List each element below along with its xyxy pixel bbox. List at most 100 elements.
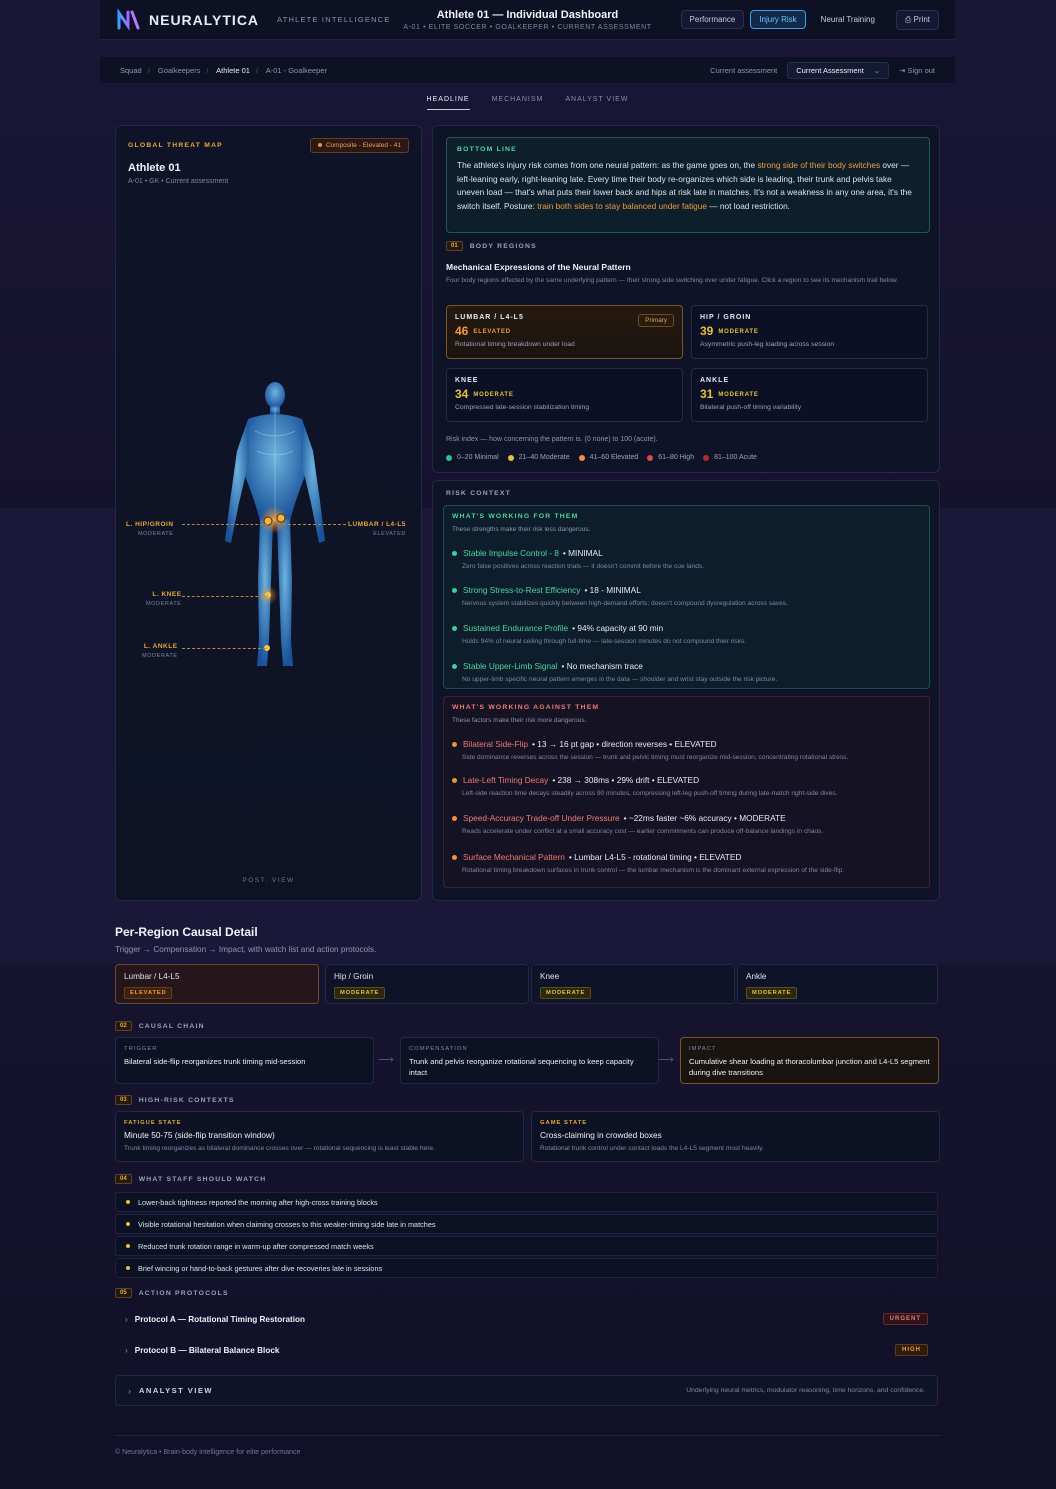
watch-item: Visible rotational hesitation when claim… bbox=[115, 1214, 938, 1234]
region-desc: Bilateral push-off timing variability bbox=[700, 404, 802, 411]
logo[interactable]: NEURALYTICA bbox=[116, 7, 260, 32]
breadcrumb-position: A-01 - Goalkeeper bbox=[265, 65, 328, 75]
tab-analyst-view[interactable]: ANALYST VIEW bbox=[565, 96, 628, 110]
strength-item: Stable Upper-Limb Signal • No mechanism t… bbox=[452, 661, 922, 683]
contexts-header: 03 HIGH-RISK CONTEXTS bbox=[115, 1095, 235, 1105]
region-name: HIP / GROIN bbox=[700, 314, 752, 321]
protocols-header: 05 ACTION PROTOCOLS bbox=[115, 1288, 229, 1298]
tab-mechanism[interactable]: MECHANISM bbox=[492, 96, 544, 110]
region-name: KNEE bbox=[455, 377, 479, 384]
strength-item: Stable Impulse Control - 8 • MINIMAL Zero … bbox=[452, 548, 922, 570]
section-number: 01 bbox=[446, 241, 463, 251]
callout-lumbar-level: ELEVATED bbox=[373, 531, 406, 537]
chain-trigger: TRIGGER Bilateral side-flip reorganizes t… bbox=[115, 1037, 374, 1084]
bottom-line-title: BOTTOM LINE bbox=[457, 146, 517, 153]
tab-headline[interactable]: HEADLINE bbox=[426, 96, 470, 110]
arrow-right-icon: ⟶ bbox=[378, 1054, 394, 1066]
regions-heading: Mechanical Expressions of the Neural Pat… bbox=[446, 262, 631, 272]
footer: © Neuralytica • Brain-body intelligence … bbox=[115, 1435, 940, 1456]
risk-legend: 0–20 Minimal 21–40 Moderate 41–60 Elevat… bbox=[446, 454, 757, 461]
region-card-knee[interactable]: KNEE 34 MODERATE Compressed late-session … bbox=[446, 368, 683, 422]
callout-hip-level: MODERATE bbox=[137, 531, 174, 537]
legend-dot bbox=[446, 454, 452, 461]
region-score: 39 MODERATE bbox=[700, 324, 759, 338]
watch-item: Reduced trunk rotation range in warm-up … bbox=[115, 1236, 938, 1256]
risk-factor-item: Surface Mechanical Pattern • Lumbar L4-L5… bbox=[452, 852, 922, 874]
region-desc: Asymmetric push-leg loading across sessi… bbox=[700, 341, 835, 348]
context-fatigue: FATIGUE STATE Minute 50-75 (side-flip tra… bbox=[115, 1111, 524, 1162]
strengths-box: WHAT'S WORKING FOR THEM These strengths … bbox=[443, 505, 930, 689]
region-name: ANKLE bbox=[700, 377, 730, 384]
arrow-right-icon: ⟶ bbox=[658, 1054, 674, 1066]
main-nav: Performance Injury Risk Neural Training … bbox=[680, 9, 939, 30]
region-tab-ankle[interactable]: Ankle MODERATE bbox=[737, 964, 938, 1004]
legend-item: 21–40 Moderate bbox=[507, 454, 570, 461]
risk-factor-item: Bilateral Side-Flip • 13 → 16 pt gap • di… bbox=[452, 739, 922, 761]
composite-label: Composite - Elevated - 41 bbox=[325, 142, 401, 149]
callout-ankle[interactable]: L. ANKLE MODERATE bbox=[142, 643, 178, 659]
assessment-label: Current assessment bbox=[710, 65, 778, 75]
chain-impact: IMPACT Cumulative shear loading at thorac… bbox=[680, 1037, 939, 1084]
sign-out-label: Sign out bbox=[907, 65, 935, 75]
protocol-a[interactable]: › Protocol A — Rotational Timing Restorat… bbox=[115, 1306, 938, 1332]
watch-header: 04 WHAT STAFF SHOULD WATCH bbox=[115, 1174, 266, 1184]
bottom-line-text: The athlete's injury risk comes from one… bbox=[457, 160, 912, 211]
per-region-title: Per-Region Causal Detail bbox=[115, 925, 258, 939]
callout-hip-name: L. HIP/GROIN bbox=[126, 521, 174, 528]
logo-text: NEURALYTICA bbox=[149, 11, 260, 28]
strengths-title: WHAT'S WORKING FOR THEM bbox=[452, 513, 579, 520]
print-label: Print bbox=[913, 14, 930, 24]
risk-factor-item: Late-Left Timing Decay • 238 → 308ms • 29… bbox=[452, 775, 922, 797]
chevron-right-icon: › bbox=[125, 1345, 128, 1355]
threat-map-panel: GLOBAL THREAT MAP Composite - Elevated -… bbox=[115, 125, 422, 901]
callout-lumbar[interactable]: LUMBAR / L4-L5 ELEVATED bbox=[348, 521, 406, 537]
risk-context-title: RISK CONTEXT bbox=[446, 490, 512, 497]
section-title: BODY REGIONS bbox=[469, 242, 537, 250]
region-tab-lumbar[interactable]: Lumbar / L4-L5 ELEVATED bbox=[115, 964, 319, 1004]
analyst-view-toggle[interactable]: › ANALYST VIEW Underlying neural metrics… bbox=[115, 1375, 938, 1406]
region-tab-knee[interactable]: Knee MODERATE bbox=[531, 964, 735, 1004]
analyst-view-desc: Underlying neural metrics, modulator rea… bbox=[686, 1387, 925, 1394]
region-card-lumbar[interactable]: LUMBAR / L4-L5 Primary 46 ELEVATED Rotati… bbox=[446, 305, 683, 359]
callout-knee[interactable]: L. KNEE MODERATE bbox=[146, 591, 182, 607]
risk-factors-title: WHAT'S WORKING AGAINST THEM bbox=[452, 704, 600, 711]
region-card-hip[interactable]: HIP / GROIN 39 MODERATE Asymmetric push-l… bbox=[691, 305, 928, 359]
risk-factor-item: Speed-Accuracy Trade-off Under Pressure •… bbox=[452, 813, 922, 835]
nav-injury-risk[interactable]: Injury Risk bbox=[750, 10, 806, 29]
legend-dot bbox=[578, 454, 585, 461]
risk-context-panel: RISK CONTEXT WHAT'S WORKING FOR THEM The… bbox=[432, 480, 940, 901]
callout-hip[interactable]: L. HIP/GROIN MODERATE bbox=[126, 521, 174, 537]
view-label: POST. VIEW bbox=[242, 877, 295, 884]
assessment-select[interactable]: Current Assessment ⌄ bbox=[787, 61, 890, 79]
nav-performance[interactable]: Performance bbox=[680, 10, 745, 29]
watch-item: Brief wincing or hand-to-back gestures a… bbox=[115, 1258, 938, 1278]
causal-chain-header: 02 CAUSAL CHAIN bbox=[115, 1021, 205, 1031]
strength-item: Strong Stress-to-Rest Efficiency • 18 - M… bbox=[452, 585, 922, 607]
breadcrumb-athlete[interactable]: Athlete 01 bbox=[216, 66, 250, 75]
sign-out-button[interactable]: ⇥ Sign out bbox=[899, 66, 935, 75]
legend-dot bbox=[507, 454, 514, 461]
athlete-meta: A-01 • GK • Current assessment bbox=[128, 178, 229, 185]
legend-item: 61–80 High bbox=[647, 454, 694, 461]
strength-item: Sustained Endurance Profile • 94% capacit… bbox=[452, 623, 922, 645]
callout-knee-level: MODERATE bbox=[146, 601, 182, 607]
print-button[interactable]: ⎙ Print bbox=[895, 9, 939, 30]
region-tab-hip[interactable]: Hip / Groin MODERATE bbox=[325, 964, 529, 1004]
region-card-ankle[interactable]: ANKLE 31 MODERATE Bilateral push-off timi… bbox=[691, 368, 928, 422]
breadcrumb-goalkeepers[interactable]: Goalkeepers bbox=[158, 66, 201, 75]
nav-neural-training[interactable]: Neural Training bbox=[812, 10, 884, 29]
context-game: GAME STATE Cross-claiming in crowded boxe… bbox=[531, 1111, 940, 1162]
legend-item: 81–100 Acute bbox=[703, 454, 757, 461]
region-desc: Compressed late-session stabilization ti… bbox=[455, 404, 590, 411]
breadcrumb-squad[interactable]: Squad bbox=[120, 66, 142, 75]
view-tabs: HEADLINE MECHANISM ANALYST VIEW bbox=[100, 96, 955, 110]
summary-panel: BOTTOM LINE The athlete's injury risk co… bbox=[432, 125, 940, 473]
regions-desc: Four body regions affected by the same u… bbox=[446, 277, 899, 284]
region-score: 31 MODERATE bbox=[700, 387, 759, 401]
legend-item: 41–60 Elevated bbox=[578, 454, 638, 461]
protocol-b[interactable]: › Protocol B — Bilateral Balance Block HIG… bbox=[115, 1337, 938, 1363]
strengths-sub: These strengths make their risk less dan… bbox=[452, 526, 591, 533]
app-subtitle: ATHLETE INTELLIGENCE bbox=[277, 15, 391, 24]
callout-ankle-name: L. ANKLE bbox=[143, 643, 178, 650]
chevron-right-icon: › bbox=[128, 1385, 131, 1396]
